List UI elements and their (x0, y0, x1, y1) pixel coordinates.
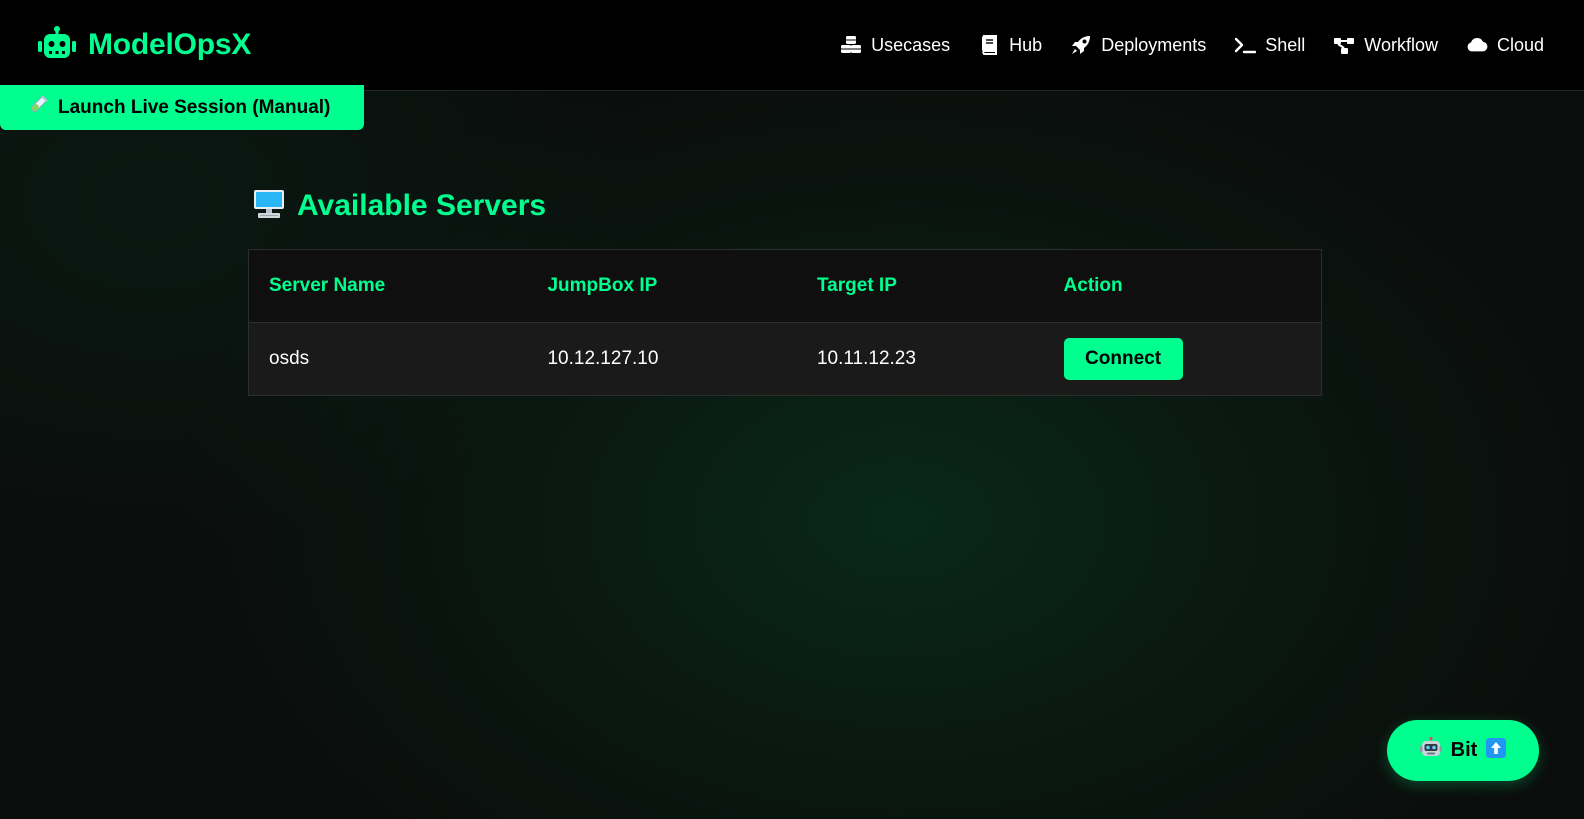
brand-name: ModelOpsX (88, 28, 252, 61)
cell-action: Connect (1044, 338, 1321, 380)
nav-label-cloud: Cloud (1496, 34, 1544, 55)
table-header-row: Server Name JumpBox IP Target IP Action (249, 250, 1321, 323)
assistant-label: Bit (1450, 739, 1478, 761)
nav-item-hub[interactable]: Hub (978, 35, 1042, 56)
nav-label-workflow: Workflow (1364, 34, 1438, 55)
column-header-jumpbox-ip: JumpBox IP (547, 275, 658, 296)
launch-live-session-label: Launch Live Session (Manual) (58, 96, 331, 118)
brand-logo[interactable]: ModelOpsX (38, 25, 252, 65)
cell-server-name: osds (269, 348, 310, 369)
top-navbar: ModelOpsX Usecases Hub Deployments Shell… (0, 0, 1584, 91)
nav-label-hub: Hub (1009, 34, 1043, 55)
servers-heading: Available Servers (253, 180, 1322, 232)
nav-label-shell: Shell (1265, 34, 1306, 55)
cloud-icon (1466, 35, 1488, 55)
connect-button[interactable]: Connect (1063, 338, 1183, 380)
nav-item-cloud[interactable]: Cloud (1466, 35, 1544, 56)
cell-jumpbox-ip: 10.12.127.10 (547, 348, 659, 369)
nav-label-deployments: Deployments (1101, 34, 1207, 55)
nav-item-shell[interactable]: Shell (1234, 35, 1305, 56)
servers-table: Server Name JumpBox IP Target IP Action … (248, 249, 1322, 396)
servers-section: Available Servers Server Name JumpBox IP… (248, 180, 1322, 396)
column-header-server-name: Server Name (269, 275, 386, 296)
column-header-action: Action (1063, 275, 1123, 296)
robot-icon (38, 25, 76, 65)
cubes-icon (840, 35, 862, 55)
main-nav: Usecases Hub Deployments Shell Workflow … (840, 35, 1544, 56)
table-row: osds 10.12.127.10 10.11.12.23 Connect (249, 323, 1321, 395)
desktop-computer-icon (253, 189, 285, 224)
nav-item-deployments[interactable]: Deployments (1070, 35, 1206, 56)
page-title: Available Servers (297, 189, 547, 222)
column-header-target-ip: Target IP (816, 275, 897, 296)
cell-target-ip: 10.11.12.23 (816, 348, 916, 369)
rocket-icon (1070, 35, 1092, 55)
nav-item-usecases[interactable]: Usecases (840, 35, 950, 56)
book-icon (978, 35, 1000, 55)
launch-live-session-button[interactable]: Launch Live Session (Manual) (0, 85, 364, 130)
sitemap-icon (1333, 35, 1355, 55)
arrow-up-icon (1486, 737, 1507, 764)
test-tube-icon (28, 95, 48, 121)
terminal-icon (1234, 35, 1257, 55)
nav-label-usecases: Usecases (871, 34, 951, 55)
assistant-bit-button[interactable]: Bit (1387, 720, 1539, 781)
nav-item-workflow[interactable]: Workflow (1333, 35, 1438, 56)
robot-face-icon (1419, 736, 1442, 765)
